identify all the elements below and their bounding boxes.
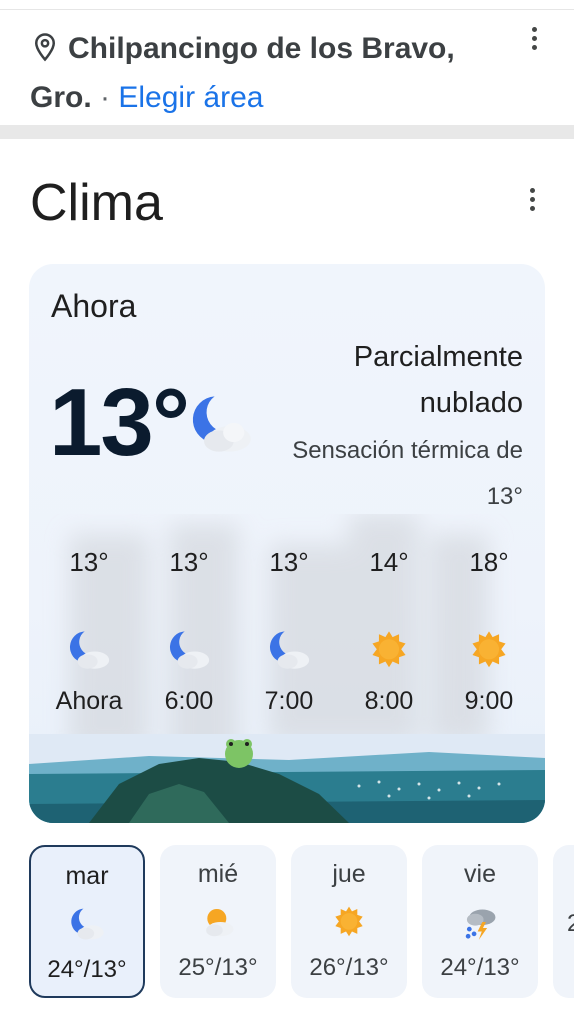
- hourly-temp: 13°: [269, 547, 309, 577]
- day-name: jue: [332, 860, 366, 888]
- weather-more-menu-icon[interactable]: [522, 188, 542, 216]
- hourly-temp: 13°: [69, 547, 109, 577]
- sunny-icon: [335, 906, 363, 937]
- daily-forecast: mar 24°/13° mié 25°/13° jue 26°/13° vie: [29, 845, 574, 1000]
- now-label: Ahora: [51, 288, 137, 324]
- hourly-time: 6:00: [164, 687, 214, 715]
- day-card-selected[interactable]: mar 24°/13°: [29, 845, 145, 998]
- day-name: mié: [197, 860, 239, 888]
- day-range: 26°/13°: [309, 954, 389, 981]
- day-name: mar: [65, 862, 109, 890]
- partly-cloudy-night-icon: [71, 908, 104, 940]
- day-card[interactable]: vie 24°/13°: [422, 845, 538, 998]
- landscape-illustration: [29, 734, 545, 823]
- top-divider: [0, 0, 574, 10]
- hourly-item[interactable]: 13° 6:00: [139, 540, 239, 721]
- hourly-item[interactable]: 13° Ahora: [39, 540, 139, 721]
- section-divider: [0, 125, 574, 139]
- day-name: vie: [464, 860, 496, 888]
- location-header: Chilpancingo de los Bravo, Gro. · Elegir…: [30, 24, 500, 122]
- day-card[interactable]: mié 25°/13°: [160, 845, 276, 998]
- hourly-temp: 14°: [369, 547, 409, 577]
- hourly-time: 7:00: [264, 687, 314, 715]
- day-range: 25°/13°: [178, 954, 258, 981]
- hourly-time: Ahora: [55, 687, 123, 715]
- change-area-link[interactable]: Elegir área: [118, 81, 263, 114]
- weather-title: Clima: [30, 174, 163, 232]
- current-temperature: 13°: [49, 369, 190, 476]
- weather-card[interactable]: Ahora 13° Parcialmente nublado Sensación…: [29, 264, 545, 823]
- partly-cloudy-night-icon: [69, 631, 110, 669]
- hourly-time: 9:00: [464, 687, 514, 715]
- sunny-icon: [372, 631, 406, 668]
- day-range: 24°/13°: [47, 956, 127, 983]
- location-pin-icon: [34, 33, 56, 62]
- sunny-icon: [472, 631, 506, 668]
- feels-like-text: Sensación térmica de 13°: [292, 437, 523, 510]
- day-card[interactable]: jue 26°/13°: [291, 845, 407, 998]
- hourly-item[interactable]: 18° 9:00: [439, 540, 539, 721]
- hourly-forecast: 13° Ahora 13° 6:00 13° 7:00 14° 8:00 18°…: [39, 540, 539, 730]
- partly-cloudy-day-icon: [206, 908, 234, 937]
- hourly-temp: 18°: [469, 547, 509, 577]
- hourly-item[interactable]: 14° 8:00: [339, 540, 439, 721]
- location-more-menu-icon[interactable]: [524, 27, 544, 55]
- hourly-time: 8:00: [364, 687, 414, 715]
- partly-cloudy-night-icon: [169, 631, 210, 669]
- hourly-temp: 13°: [169, 547, 209, 577]
- day-card[interactable]: 2: [553, 845, 574, 998]
- day-range: 2: [567, 910, 574, 937]
- partly-cloudy-night-icon: [192, 396, 251, 452]
- hourly-item[interactable]: 13° 7:00: [239, 540, 339, 721]
- day-range: 24°/13°: [440, 954, 520, 981]
- partly-cloudy-night-icon: [269, 631, 310, 669]
- condition-text: Parcialmente nublado: [353, 341, 523, 419]
- location-separator: ·: [100, 81, 111, 114]
- thunderstorm-icon: [465, 909, 496, 940]
